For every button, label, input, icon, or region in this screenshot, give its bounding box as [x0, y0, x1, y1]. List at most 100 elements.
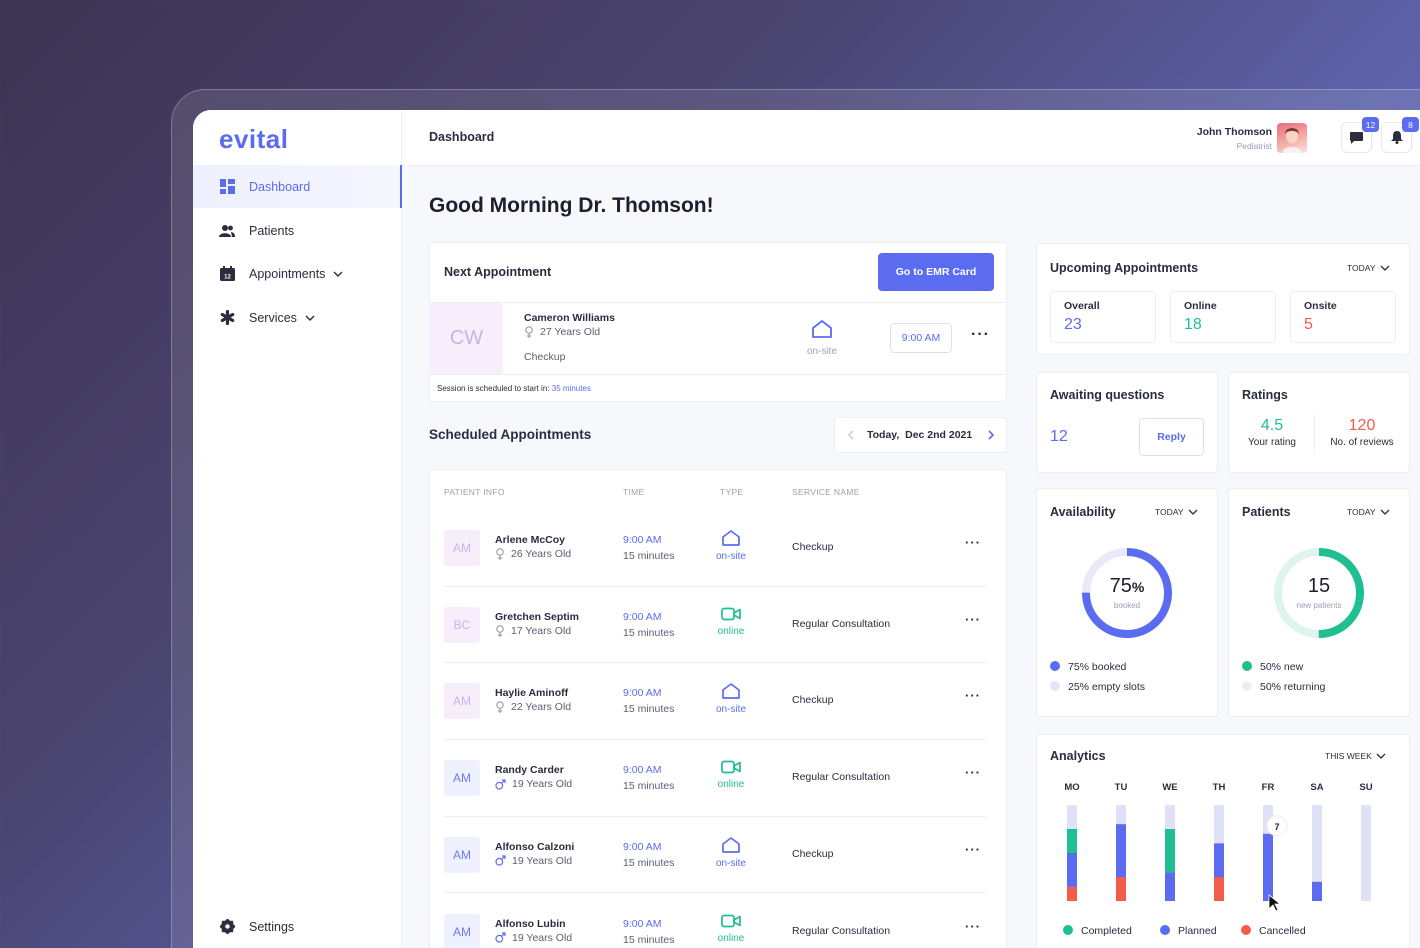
svg-text:12: 12 — [224, 275, 231, 281]
sidebar-item-settings[interactable]: Settings — [193, 905, 402, 948]
sidebar: evital Dashboard Patients 12 Appointment… — [193, 110, 402, 948]
table-row[interactable]: AM Alfonso Calzoni 19 Years Old 9:00 AM … — [430, 817, 1006, 894]
more-options-icon[interactable]: ··· — [965, 765, 981, 780]
stat-overall: Overall 23 — [1050, 291, 1156, 343]
percent-value: 75 — [1109, 575, 1132, 597]
reviews-label: No. of reviews — [1330, 437, 1394, 448]
more-options-icon[interactable]: ··· — [965, 842, 981, 857]
column-header: PATIENT INFO — [444, 487, 505, 497]
sidebar-item-dashboard[interactable]: Dashboard — [193, 165, 402, 208]
type-label: on-site — [715, 704, 746, 716]
go-to-emr-button[interactable]: Go to EMR Card — [878, 253, 994, 291]
female-icon — [496, 548, 504, 560]
appointment-duration: 15 minutes — [623, 780, 675, 793]
home-icon — [722, 836, 740, 853]
patient-age-line: 19 Years Old — [495, 855, 572, 867]
legend-swatch — [1160, 925, 1170, 935]
bar-segment-completed[interactable] — [1165, 829, 1175, 873]
bar-segment-cancelled[interactable] — [1116, 877, 1126, 901]
chevron-down-icon — [1376, 753, 1386, 759]
patient-name: Randy Carder — [495, 764, 564, 777]
patient-age: 17 Years Old — [511, 624, 572, 637]
table-row[interactable]: AM Randy Carder 19 Years Old 9:00 AM 15 … — [430, 740, 1006, 817]
bar-segment-planned[interactable] — [1312, 881, 1322, 901]
more-options-icon[interactable]: ··· — [971, 326, 990, 344]
sidebar-item-appointments[interactable]: 12 Appointments — [193, 252, 402, 295]
patient-age-line: 27 Years Old — [524, 326, 600, 338]
appointment-duration: 15 minutes — [623, 626, 675, 639]
reviews-value: 120 — [1348, 417, 1376, 434]
type-label: online — [717, 932, 745, 944]
bar-segment-planned[interactable] — [1214, 843, 1224, 877]
stat-label: Overall — [1064, 300, 1100, 312]
more-options-icon[interactable]: ··· — [965, 535, 981, 550]
female-icon — [496, 701, 504, 714]
bar-segment-cancelled[interactable] — [1214, 877, 1224, 901]
messages-button[interactable]: 12 — [1341, 117, 1379, 153]
availability-percent: 75% — [1077, 575, 1177, 598]
chat-icon — [1350, 131, 1363, 144]
table-row[interactable]: AM Alfonso Lubin 19 Years Old 9:00 AM 15… — [430, 894, 1006, 948]
upcoming-title: Upcoming Appointments — [1050, 261, 1199, 275]
legend-swatch — [1241, 925, 1251, 935]
legend-label: Completed — [1081, 925, 1132, 937]
awaiting-title: Awaiting questions — [1050, 388, 1165, 402]
patient-initials: AM — [444, 760, 480, 797]
avatar[interactable] — [1277, 123, 1307, 153]
table-row[interactable]: AM Haylie Aminoff 22 Years Old 9:00 AM 1… — [430, 663, 1006, 741]
bar-segment-planned[interactable] — [1067, 853, 1077, 887]
upcoming-appointments-card: Upcoming Appointments TODAY Overall 23 O… — [1036, 243, 1410, 355]
appointment-time: 9:00 AM — [623, 917, 662, 930]
chevron-left-icon[interactable] — [847, 430, 855, 440]
sidebar-item-label: Appointments — [249, 266, 326, 281]
table-row[interactable]: BC Gretchen Septim 17 Years Old 9:00 AM … — [430, 587, 1006, 664]
service-name: Regular Consultation — [792, 617, 891, 630]
analytics-filter[interactable]: THIS WEEK — [1325, 751, 1386, 761]
more-options-icon[interactable]: ··· — [965, 612, 981, 627]
day-label: TH — [1212, 782, 1226, 793]
legend-label: Cancelled — [1259, 925, 1306, 937]
patient-age: 19 Years Old — [512, 778, 573, 791]
column-header: TIME — [623, 487, 645, 497]
column-header: TYPE — [720, 487, 744, 497]
bar-segment-cancelled[interactable] — [1067, 886, 1077, 901]
awaiting-count: 12 — [1050, 428, 1068, 445]
type-label: online — [717, 779, 745, 791]
more-options-icon[interactable]: ··· — [965, 919, 981, 934]
type-label: on-site — [806, 346, 837, 357]
bar-segment-planned[interactable] — [1263, 833, 1273, 901]
notifications-button[interactable]: 8 — [1381, 117, 1419, 153]
video-icon — [721, 607, 741, 621]
legend-swatch — [1242, 681, 1252, 691]
more-options-icon[interactable]: ··· — [965, 688, 981, 703]
video-icon — [721, 760, 741, 774]
sidebar-item-patients[interactable]: Patients — [193, 209, 402, 252]
patients-filter[interactable]: TODAY — [1347, 507, 1390, 517]
legend-cancelled: Cancelled — [1241, 925, 1306, 937]
reply-button[interactable]: Reply — [1139, 418, 1204, 456]
date-picker[interactable]: Today, Dec 2nd 2021 — [834, 417, 1007, 453]
messages-badge: 12 — [1362, 117, 1379, 132]
user-name: John Thomson — [1196, 126, 1272, 138]
sidebar-item-label: Services — [249, 310, 297, 325]
table-row[interactable]: AM Arlene McCoy 26 Years Old 9:00 AM 15 … — [430, 510, 1006, 587]
day-label: SA — [1310, 782, 1324, 793]
patients-card: Patients TODAY 15 new patients 50% new 5… — [1228, 488, 1410, 717]
bar-segment-planned[interactable] — [1165, 872, 1175, 901]
chevron-right-icon[interactable] — [987, 430, 995, 440]
session-text: Session is scheduled to start in: — [437, 384, 550, 393]
bar-segment-planned[interactable] — [1116, 824, 1126, 877]
appointment-time: 9:00 AM — [623, 610, 662, 623]
stat-online: Online 18 — [1170, 291, 1276, 343]
sidebar-item-services[interactable]: Services — [193, 296, 402, 339]
bar-segment-completed[interactable] — [1067, 829, 1077, 853]
upcoming-filter[interactable]: TODAY — [1347, 263, 1390, 273]
appointment-time-button[interactable]: 9:00 AM — [890, 323, 952, 353]
availability-filter[interactable]: TODAY — [1155, 507, 1198, 517]
appointment-type: online — [708, 607, 754, 637]
notifications-badge: 8 — [1402, 117, 1419, 132]
legend-swatch — [1063, 925, 1073, 935]
home-icon — [722, 683, 740, 700]
patients-center-label: new patients — [1296, 601, 1342, 610]
legend-swatch — [1050, 661, 1060, 671]
